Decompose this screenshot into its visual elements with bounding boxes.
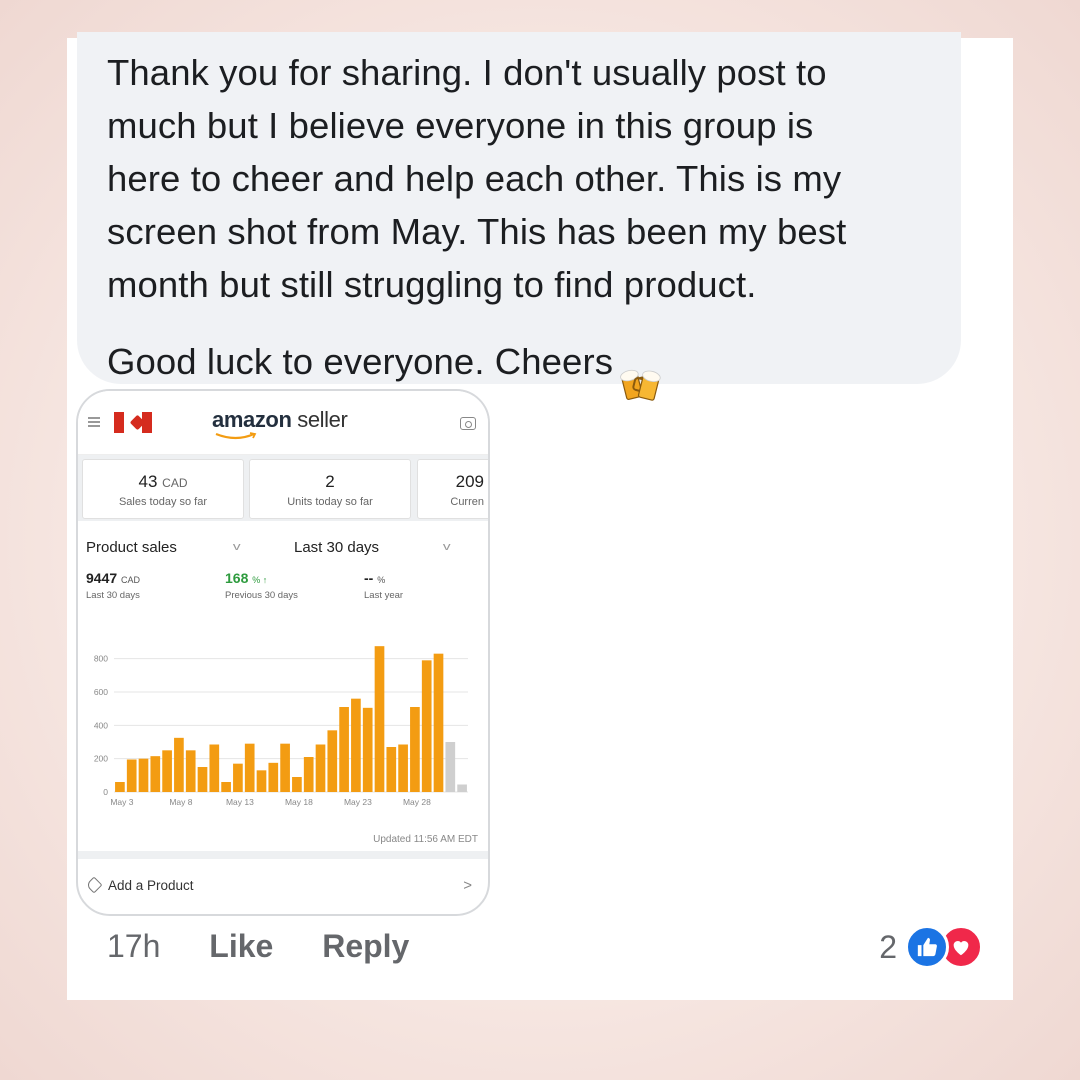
tile-current: 209 Curren <box>417 459 488 519</box>
period-dropdown[interactable]: Last 30 days <box>294 539 379 556</box>
x-tick-label: May 28 <box>403 797 431 807</box>
chart-bar <box>362 707 373 792</box>
beer-mugs-icon <box>619 311 663 418</box>
app-header: amazon seller <box>78 391 488 455</box>
chart-bar <box>197 767 208 792</box>
reply-button[interactable]: Reply <box>322 928 409 964</box>
x-tick-label: May 23 <box>344 797 372 807</box>
metric-previous-30: 168 % ↑ Previous 30 days <box>225 570 298 601</box>
comment-card: Thank you for sharing. I don't usually p… <box>67 32 1013 1000</box>
updated-timestamp: Updated 11:56 AM EDT <box>373 834 478 845</box>
seller-app-screenshot[interactable]: amazon seller 43 CAD Sales today so far … <box>76 389 490 916</box>
chevron-down-icon: v <box>232 541 241 553</box>
reaction-summary[interactable]: 2 <box>879 925 983 969</box>
like-button[interactable]: Like <box>209 928 273 964</box>
menu-icon <box>88 417 100 427</box>
y-tick-label: 200 <box>94 754 108 764</box>
chart-bar <box>174 737 184 792</box>
comment-actions: 17h Like Reply <box>107 928 409 965</box>
chart-bar <box>421 660 432 792</box>
amazon-seller-logo: amazon seller <box>212 407 348 432</box>
comment-text: Thank you for sharing. I don't usually p… <box>107 46 931 418</box>
comment-bubble: Thank you for sharing. I don't usually p… <box>77 32 961 401</box>
chart-bar <box>351 698 361 792</box>
sales-bar-chart: 0 200 400 600 800 May 3 May 8 May 13 May 18 May 2… <box>94 646 468 807</box>
camera-icon <box>460 417 476 430</box>
metric-dropdown[interactable]: Product sales <box>86 539 177 556</box>
chart-bar <box>410 707 420 792</box>
canada-flag-icon <box>114 412 152 433</box>
comment-timestamp: 17h <box>107 928 161 964</box>
chart-bar <box>185 750 196 792</box>
chart-bar <box>138 758 149 792</box>
chart-bar <box>398 744 408 792</box>
chart-bar <box>256 770 267 792</box>
metric-last-30: 9447 CAD Last 30 days <box>86 570 141 601</box>
chart-bar <box>150 756 161 792</box>
y-tick-label: 0 <box>103 787 108 797</box>
tile-sales-today: 43 CAD Sales today so far <box>82 459 244 519</box>
add-product-link[interactable]: Add a Product <box>85 876 194 894</box>
chart-bar <box>433 653 444 792</box>
chart-bar <box>315 744 326 792</box>
chart-bar <box>457 784 467 792</box>
chevron-right-icon: > <box>463 877 472 894</box>
y-tick-label: 800 <box>94 654 108 664</box>
reaction-count: 2 <box>879 928 897 965</box>
chart-bar <box>386 747 397 792</box>
y-tick-label: 600 <box>94 687 108 697</box>
chart-bar <box>221 782 231 792</box>
chart-bar <box>327 730 338 792</box>
x-tick-label: May 3 <box>110 797 133 807</box>
thumbs-up-icon <box>905 925 949 969</box>
chart-bar <box>292 777 302 792</box>
metric-last-year: -- % Last year <box>364 570 404 601</box>
chart-bar <box>303 757 314 792</box>
chart-bar <box>268 762 279 792</box>
chart-bar <box>126 759 137 792</box>
chart-bar <box>280 743 290 792</box>
x-tick-label: May 8 <box>169 797 192 807</box>
chart-bar <box>374 646 385 792</box>
tag-icon <box>85 876 103 894</box>
x-tick-label: May 18 <box>285 797 313 807</box>
chart-bar <box>445 742 456 792</box>
chart-bar <box>244 743 255 792</box>
amazon-smile-icon <box>215 432 257 440</box>
y-tick-label: 400 <box>94 720 108 730</box>
chart-bar <box>209 744 220 792</box>
divider <box>78 851 488 859</box>
x-tick-label: May 13 <box>226 797 254 807</box>
chart-bar <box>162 750 172 792</box>
chart-bar <box>233 763 243 792</box>
chart-bar <box>115 782 125 792</box>
chevron-down-icon: v <box>442 541 451 553</box>
chart-bar <box>339 707 349 792</box>
tile-units-today: 2 Units today so far <box>249 459 411 519</box>
